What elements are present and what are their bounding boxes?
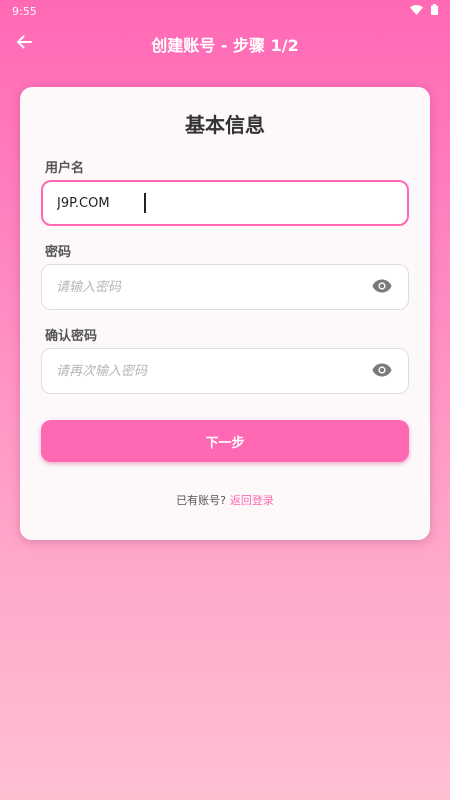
login-prompt: 已有账号? 返回登录 (20, 492, 430, 508)
app-bar: 创建账号 - 步骤 1/2 (0, 22, 450, 66)
password-visibility-toggle[interactable] (370, 275, 394, 299)
password-label: 密码 (45, 245, 72, 260)
password-field-container (41, 264, 409, 310)
confirm-password-field-container (41, 348, 409, 394)
status-time: 9:55 (12, 4, 37, 18)
username-field-container (41, 180, 409, 226)
card-title: 基本信息 (185, 113, 265, 137)
basic-info-card: 基本信息 用户名 密码 确认密码 下一步 已有账号? 返回登录 (20, 87, 430, 540)
status-icons (410, 4, 438, 18)
battery-icon (431, 4, 438, 18)
back-button[interactable] (10, 30, 38, 58)
username-input[interactable] (57, 195, 143, 211)
status-bar: 9:55 (0, 0, 450, 22)
username-label: 用户名 (45, 161, 85, 176)
text-cursor (144, 193, 146, 213)
back-to-login-link[interactable]: 返回登录 (230, 494, 274, 507)
eye-icon (372, 278, 392, 297)
page-title: 创建账号 - 步骤 1/2 (151, 36, 299, 55)
confirm-password-label: 确认密码 (45, 329, 98, 344)
wifi-icon (410, 4, 423, 18)
confirm-password-visibility-toggle[interactable] (370, 359, 394, 383)
arrow-back-icon (15, 33, 33, 55)
eye-icon (372, 362, 392, 381)
login-prompt-text: 已有账号? (176, 494, 226, 507)
next-step-button[interactable]: 下一步 (41, 420, 409, 462)
confirm-password-input[interactable] (56, 363, 370, 379)
password-input[interactable] (56, 279, 370, 295)
